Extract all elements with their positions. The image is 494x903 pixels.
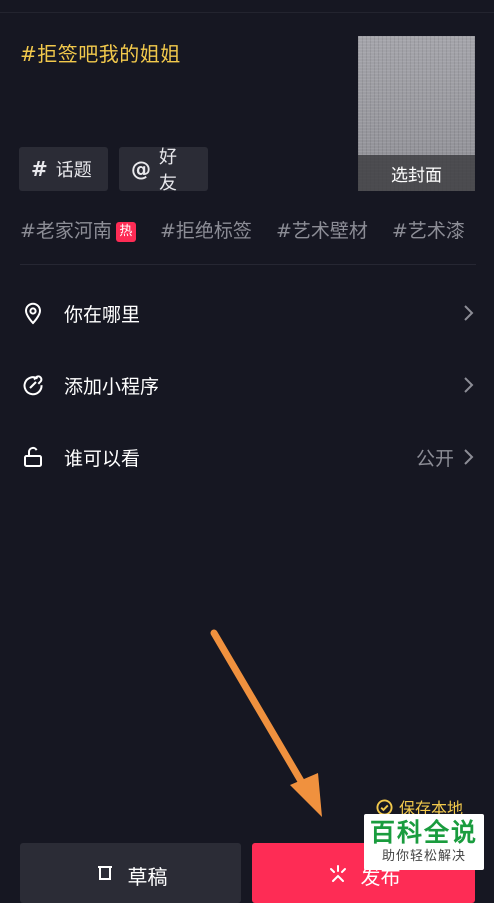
- section-divider: [20, 264, 476, 265]
- tag-label: #艺术漆: [391, 220, 465, 242]
- location-label: 你在哪里: [64, 303, 141, 326]
- location-row[interactable]: 你在哪里: [0, 290, 494, 336]
- tag-item[interactable]: #老家河南热: [20, 216, 136, 243]
- hot-badge: 热: [115, 222, 136, 242]
- draft-button[interactable]: 草稿: [20, 843, 241, 903]
- privacy-value: 公开: [415, 447, 454, 470]
- tag-item[interactable]: #拒绝标签: [160, 216, 252, 243]
- cover-thumbnail[interactable]: 选封面: [358, 36, 475, 191]
- location-right: [454, 304, 474, 322]
- mention-friend-button[interactable]: @ 好友: [119, 147, 208, 194]
- check-circle-icon: [376, 798, 393, 816]
- chevron-right-icon: [464, 305, 474, 321]
- chevron-right-icon: [464, 449, 474, 465]
- mini-program-row[interactable]: 添加小程序: [0, 362, 494, 408]
- chevron-right-icon: [464, 377, 474, 393]
- draft-box-icon: [97, 866, 112, 880]
- caption-text[interactable]: #拒签吧我的姐姐: [20, 38, 181, 67]
- select-cover-button[interactable]: 选封面: [358, 155, 475, 191]
- select-cover-label: 选封面: [391, 165, 442, 186]
- tag-item[interactable]: #艺术漆: [392, 216, 465, 243]
- sparkle-upload-icon: [329, 865, 346, 882]
- location-pin-icon: [24, 302, 42, 325]
- mini-program-label: 添加小程序: [64, 375, 160, 398]
- privacy-value-wrap: 公开: [416, 444, 474, 471]
- privacy-row[interactable]: 谁可以看 公开: [0, 434, 494, 480]
- watermark-logo: 百科全说 助你轻松解决: [364, 814, 484, 870]
- tag-label: #老家河南: [20, 220, 112, 242]
- draft-label: 草稿: [127, 865, 168, 889]
- annotation-arrow: [210, 629, 322, 817]
- hashtag-icon: #: [31, 157, 48, 181]
- privacy-label: 谁可以看: [64, 447, 141, 470]
- watermark-subtitle: 助你轻松解决: [381, 849, 466, 864]
- tag-label: #拒绝标签: [159, 220, 252, 242]
- top-divider: [0, 0, 494, 13]
- unlock-icon: [24, 446, 42, 467]
- mini-program-right: [454, 376, 474, 394]
- tag-label: #艺术壁材: [275, 220, 368, 242]
- tag-item[interactable]: #艺术壁材: [276, 216, 368, 243]
- topic-label: 话题: [55, 160, 92, 181]
- suggested-tags: #老家河南热 #拒绝标签 #艺术壁材 #艺术漆: [20, 216, 494, 243]
- link-icon: [23, 375, 43, 396]
- at-icon: @: [131, 157, 151, 181]
- watermark-title: 百科全说: [369, 818, 478, 847]
- topic-button[interactable]: # 话题: [19, 147, 108, 191]
- friend-label: 好友: [159, 147, 177, 194]
